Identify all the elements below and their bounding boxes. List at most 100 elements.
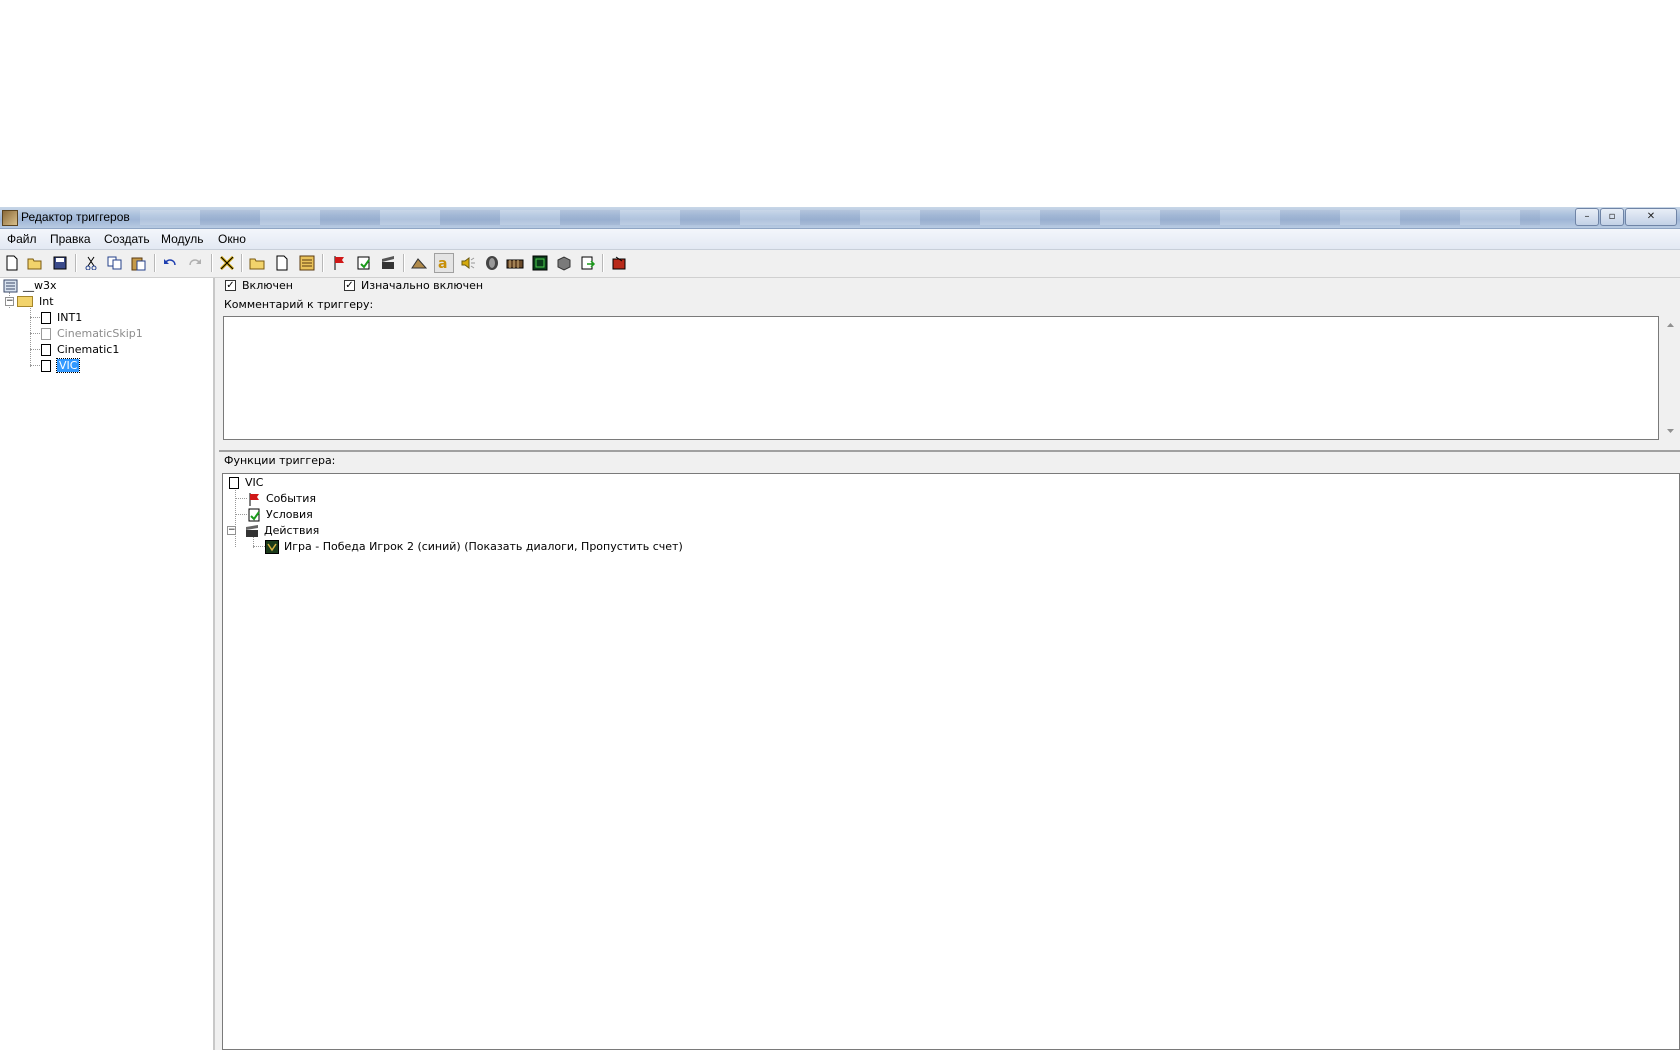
terrain-editor-icon[interactable] <box>409 253 429 273</box>
trigger-icon <box>41 343 51 356</box>
menu-edit[interactable]: Правка <box>50 232 91 246</box>
toolbar-separator <box>403 254 405 272</box>
functions-trigger-node[interactable]: VIC <box>229 475 263 490</box>
undo-icon[interactable] <box>160 253 180 273</box>
save-icon[interactable] <box>50 253 70 273</box>
campaign-editor-icon[interactable] <box>505 253 525 273</box>
tree-item-cinematic1[interactable]: Cinematic1 <box>41 342 119 357</box>
tree-item-label-selected: VIC <box>55 358 81 373</box>
functions-trigger-name: VIC <box>245 476 264 489</box>
folder-icon <box>17 296 33 307</box>
menu-module[interactable]: Модуль <box>161 232 204 246</box>
tree-item-label: INT1 <box>57 311 83 324</box>
copy-icon[interactable] <box>105 253 125 273</box>
scroll-arrows-icon <box>1667 323 1674 433</box>
tree-item-vic[interactable]: VIC <box>41 358 81 373</box>
delete-icon[interactable] <box>217 253 237 273</box>
new-category-icon[interactable] <box>247 253 267 273</box>
tree-line <box>235 514 247 515</box>
trigger-disabled-icon <box>41 327 51 340</box>
functions-label: Функции триггера: <box>224 454 336 467</box>
enabled-label: Включен <box>242 279 293 292</box>
victory-action-icon <box>265 539 279 554</box>
new-action-icon[interactable] <box>378 253 398 273</box>
new-condition-icon[interactable] <box>354 253 374 273</box>
tree-line <box>253 546 265 547</box>
conditions-node[interactable]: Условия <box>247 507 313 522</box>
module-icon[interactable] <box>578 253 598 273</box>
map-icon <box>3 279 18 292</box>
action-clapper-icon <box>246 524 258 537</box>
new-trigger-icon[interactable] <box>272 253 292 273</box>
action-item[interactable]: Игра - Победа Игрок 2 (синий) (Показать … <box>265 539 683 554</box>
sound-editor-icon[interactable] <box>458 253 478 273</box>
tree-line <box>30 349 40 350</box>
initially-on-label: Изначально включен <box>361 279 484 292</box>
initially-on-checkbox[interactable]: ✓ <box>344 280 355 291</box>
new-icon[interactable] <box>2 253 22 273</box>
tree-item-label: CinematicSkip1 <box>57 327 143 340</box>
toolbar-separator <box>154 254 156 272</box>
comment-scrollbar[interactable] <box>1663 316 1678 440</box>
event-flag-icon <box>249 492 259 506</box>
title-bar: Редактор триггеров – ▫ ✕ <box>0 207 1680 229</box>
action-label: Игра - Победа Игрок 2 (синий) (Показать … <box>284 540 683 553</box>
tree-line <box>30 333 40 334</box>
splitter[interactable] <box>219 450 1680 452</box>
tree-item-cinematicskip1[interactable]: CinematicSkip1 <box>41 326 143 341</box>
condition-icon <box>248 508 260 521</box>
menu-bar: Файл Правка Создать Модуль Окно <box>0 229 1680 250</box>
cut-icon[interactable] <box>81 253 101 273</box>
ai-editor-icon[interactable] <box>530 253 550 273</box>
paste-icon[interactable] <box>129 253 149 273</box>
maximize-button[interactable]: ▫ <box>1600 208 1624 226</box>
svg-text:a: a <box>438 256 447 271</box>
tree-line <box>235 487 236 547</box>
events-label: События <box>266 492 317 505</box>
open-icon[interactable] <box>25 253 45 273</box>
trigger-properties-panel: ✓ Включен ✓ Изначально включен Комментар… <box>215 278 1680 1050</box>
toolbar-separator <box>602 254 604 272</box>
menu-file[interactable]: Файл <box>7 232 37 246</box>
tree-item-label: Cinematic1 <box>57 343 120 356</box>
tree-line <box>30 365 40 366</box>
import-manager-icon[interactable] <box>554 253 574 273</box>
actions-node[interactable]: − Действия <box>227 523 319 538</box>
tree-root-label: __w3x <box>23 279 57 292</box>
toolbar-separator <box>75 254 77 272</box>
collapse-toggle[interactable]: − <box>227 526 236 535</box>
collapse-toggle[interactable]: − <box>5 297 14 306</box>
close-button[interactable]: ✕ <box>1625 208 1677 226</box>
menu-window[interactable]: Окно <box>218 232 246 246</box>
tree-line <box>235 498 247 499</box>
trigger-list-panel: __w3x − Int INT1 CinematicSkip1 Cinemati… <box>0 278 215 1050</box>
title-bar-background <box>140 210 1540 225</box>
toolbar-separator <box>322 254 324 272</box>
tree-root-map[interactable]: __w3x <box>3 278 57 293</box>
tree-category-label: Int <box>39 295 54 308</box>
tree-line <box>30 317 40 318</box>
toolbar-separator <box>241 254 243 272</box>
menu-create[interactable]: Создать <box>104 232 150 246</box>
object-editor-icon[interactable] <box>482 253 502 273</box>
trigger-icon <box>41 311 51 324</box>
new-comment-icon[interactable] <box>297 253 317 273</box>
redo-icon[interactable] <box>185 253 205 273</box>
trigger-icon <box>41 359 51 372</box>
app-icon <box>2 210 18 226</box>
events-node[interactable]: События <box>247 491 316 506</box>
comment-label: Комментарий к триггеру: <box>224 298 374 311</box>
trigger-functions-tree: VIC События Условия − Действия Игра - По… <box>222 473 1680 1050</box>
toolbar: a <box>0 250 1680 278</box>
enabled-checkbox[interactable]: ✓ <box>225 280 236 291</box>
minimize-button[interactable]: – <box>1575 208 1599 226</box>
tree-category-int[interactable]: − Int <box>5 294 54 309</box>
conditions-label: Условия <box>266 508 313 521</box>
test-map-icon[interactable] <box>609 253 629 273</box>
comment-textarea[interactable] <box>223 316 1659 440</box>
actions-label: Действия <box>264 524 320 537</box>
window-title: Редактор триггеров <box>21 210 130 224</box>
tree-item-int1[interactable]: INT1 <box>41 310 82 325</box>
new-event-icon[interactable] <box>329 253 349 273</box>
trigger-editor-icon[interactable]: a <box>434 253 454 273</box>
